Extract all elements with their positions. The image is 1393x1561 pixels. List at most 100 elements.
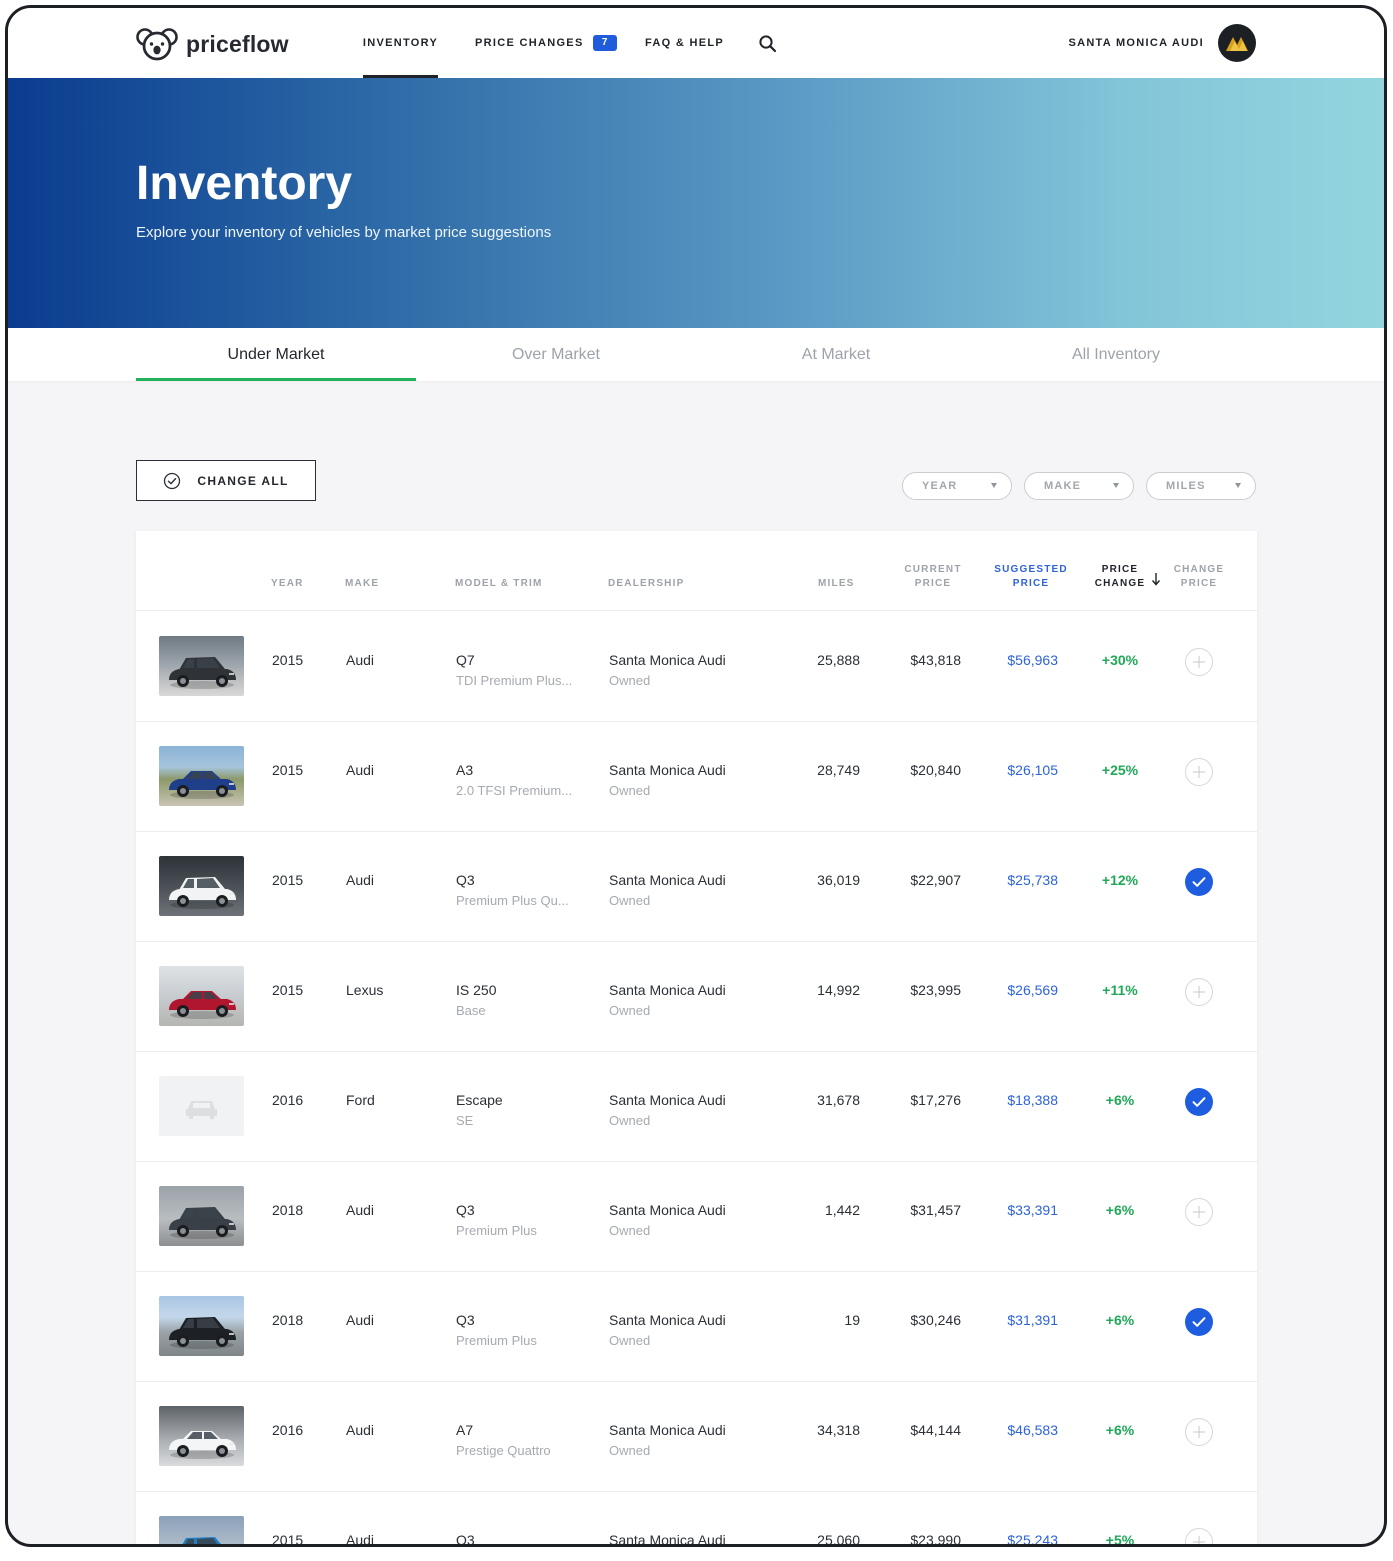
- column-model-trim[interactable]: MODEL & TRIM: [455, 577, 543, 591]
- vehicle-model: A3: [456, 762, 474, 778]
- tab-over-market[interactable]: Over Market: [416, 328, 696, 381]
- vehicle-ownership: Owned: [609, 893, 651, 908]
- search-icon[interactable]: [758, 34, 778, 54]
- change-price-selected-button[interactable]: [1185, 1088, 1213, 1116]
- table-row[interactable]: 2018 Audi Q3 Premium Plus Santa Monica Audi O…: [136, 1162, 1257, 1272]
- vehicle-dealership: Santa Monica Audi: [609, 1312, 726, 1328]
- suggested-price: $26,105: [1007, 762, 1058, 778]
- suggested-price: $46,583: [1007, 1422, 1058, 1438]
- filter-year-label: YEAR: [922, 480, 958, 492]
- table-row[interactable]: 2018 Audi Q3 Premium Plus Santa Monica Audi O…: [136, 1272, 1257, 1382]
- vehicle-ownership: Owned: [609, 1223, 651, 1238]
- change-price-add-button[interactable]: [1185, 978, 1213, 1006]
- vehicle-trim: Premium Plus: [456, 1223, 537, 1238]
- filter-miles-label: MILES: [1166, 480, 1206, 492]
- suggested-price: $25,243: [1007, 1532, 1058, 1547]
- tab-all-inventory[interactable]: All Inventory: [976, 328, 1256, 381]
- column-suggested-price[interactable]: SUGGESTED PRICE: [991, 563, 1071, 591]
- change-price-add-button[interactable]: [1185, 1418, 1213, 1446]
- column-price-change-line1: PRICE: [1101, 564, 1139, 575]
- change-price-add-button[interactable]: [1185, 1528, 1213, 1544]
- nav-price-changes[interactable]: PRICE CHANGES 7: [475, 8, 617, 78]
- tab-over-market-label: Over Market: [511, 345, 600, 363]
- column-price-change-line2: CHANGE: [1094, 578, 1146, 589]
- change-price-add-button[interactable]: [1185, 1198, 1213, 1226]
- vehicle-model: IS 250: [456, 982, 497, 998]
- vehicle-model: Q3: [456, 1312, 475, 1328]
- column-price-change[interactable]: PRICE CHANGE: [1090, 563, 1150, 591]
- vehicle-make: Audi: [346, 1202, 375, 1218]
- vehicle-dealership: Santa Monica Audi: [609, 1202, 726, 1218]
- table-row[interactable]: 2015AudiQ3Santa Monica AudiOwned25,060$2…: [136, 1492, 1257, 1547]
- vehicle-thumbnail[interactable]: [159, 636, 244, 696]
- brand-name: priceflow: [186, 30, 289, 57]
- vehicle-dealership: Santa Monica Audi: [609, 1532, 726, 1547]
- brand-logo[interactable]: priceflow: [136, 26, 289, 62]
- vehicle-miles: 14,992: [817, 982, 860, 998]
- vehicle-thumbnail[interactable]: [159, 966, 244, 1026]
- column-dealership[interactable]: DEALERSHIP: [608, 577, 684, 591]
- change-all-button[interactable]: CHANGE ALL: [136, 460, 316, 501]
- price-change-percent: +12%: [1101, 872, 1139, 888]
- vehicle-dealership: Santa Monica Audi: [609, 1092, 726, 1108]
- vehicle-thumbnail[interactable]: [159, 1406, 244, 1466]
- vehicle-miles: 31,678: [817, 1092, 860, 1108]
- dealer-logo-icon[interactable]: [1218, 24, 1256, 62]
- vehicle-miles: 28,749: [817, 762, 860, 778]
- vehicle-thumbnail[interactable]: [159, 1296, 244, 1356]
- tab-under-market-label: Under Market: [227, 345, 325, 363]
- nav-faq-help[interactable]: FAQ & HELP: [645, 8, 724, 78]
- column-current-price[interactable]: CURRENT PRICE: [900, 563, 966, 591]
- filter-make[interactable]: MAKE: [1024, 472, 1134, 500]
- filter-year[interactable]: YEAR: [902, 472, 1012, 500]
- tab-at-market[interactable]: At Market: [696, 328, 976, 381]
- vehicle-year: 2018: [272, 1312, 304, 1328]
- vehicle-make: Audi: [346, 1312, 375, 1328]
- column-current-price-line1: CURRENT: [904, 564, 962, 575]
- vehicle-year: 2015: [272, 762, 304, 778]
- vehicle-miles: 19: [844, 1312, 860, 1328]
- check-icon: [1192, 1317, 1206, 1327]
- top-navigation: priceflow INVENTORY PRICE CHANGES 7 FAQ …: [8, 8, 1384, 78]
- current-price: $23,990: [910, 1532, 961, 1547]
- change-price-selected-button[interactable]: [1185, 868, 1213, 896]
- table-row[interactable]: 2015 Audi A3 2.0 TFSI Premium... Santa Monic…: [136, 722, 1257, 832]
- vehicle-thumbnail[interactable]: [159, 746, 244, 806]
- table-row[interactable]: 2016 Audi A7 Prestige Quattro Santa Monica A…: [136, 1382, 1257, 1492]
- nav-price-changes-label: PRICE CHANGES: [475, 37, 584, 49]
- table-row[interactable]: 2016 Ford Escape SE Santa Monica Audi Owned 31…: [136, 1052, 1257, 1162]
- price-change-percent: +25%: [1101, 762, 1139, 778]
- market-tabs: Under Market Over Market At Market All I…: [8, 328, 1384, 381]
- chevron-down-icon: [1113, 483, 1119, 488]
- tab-under-market[interactable]: Under Market: [136, 328, 416, 381]
- table-row[interactable]: 2015 Lexus IS 250 Base Santa Monica Audi Owne…: [136, 942, 1257, 1052]
- table-row[interactable]: 2015 Audi Q3 Premium Plus Qu... Santa Monica…: [136, 832, 1257, 942]
- vehicle-make: Audi: [346, 872, 375, 888]
- page-title: Inventory: [136, 157, 353, 210]
- current-price: $30,246: [910, 1312, 961, 1328]
- column-make[interactable]: MAKE: [345, 577, 379, 591]
- vehicle-thumbnail[interactable]: [159, 1516, 244, 1544]
- current-price: $20,840: [910, 762, 961, 778]
- inventory-table: YEAR MAKE MODEL & TRIM DEALERSHIP MILES …: [136, 531, 1257, 1547]
- change-price-selected-button[interactable]: [1185, 1308, 1213, 1336]
- vehicle-miles: 34,318: [817, 1422, 860, 1438]
- vehicle-make: Audi: [346, 762, 375, 778]
- tab-all-inventory-label: All Inventory: [1071, 345, 1161, 363]
- vehicle-ownership: Owned: [609, 673, 651, 688]
- change-price-add-button[interactable]: [1185, 758, 1213, 786]
- check-icon: [1192, 877, 1206, 887]
- sort-descending-icon[interactable]: [1150, 571, 1162, 587]
- vehicle-year: 2018: [272, 1202, 304, 1218]
- vehicle-trim: TDI Premium Plus...: [456, 673, 573, 688]
- change-price-add-button[interactable]: [1185, 648, 1213, 676]
- column-miles[interactable]: MILES: [818, 577, 855, 591]
- column-year[interactable]: YEAR: [271, 577, 304, 591]
- dealer-name[interactable]: SANTA MONICA AUDI: [1068, 8, 1204, 78]
- nav-inventory[interactable]: INVENTORY: [363, 8, 438, 78]
- vehicle-thumbnail[interactable]: [159, 1186, 244, 1246]
- filter-miles[interactable]: MILES: [1146, 472, 1256, 500]
- vehicle-thumbnail[interactable]: [159, 1076, 244, 1136]
- table-row[interactable]: 2015 Audi Q7 TDI Premium Plus... Santa Monic…: [136, 612, 1257, 722]
- vehicle-thumbnail[interactable]: [159, 856, 244, 916]
